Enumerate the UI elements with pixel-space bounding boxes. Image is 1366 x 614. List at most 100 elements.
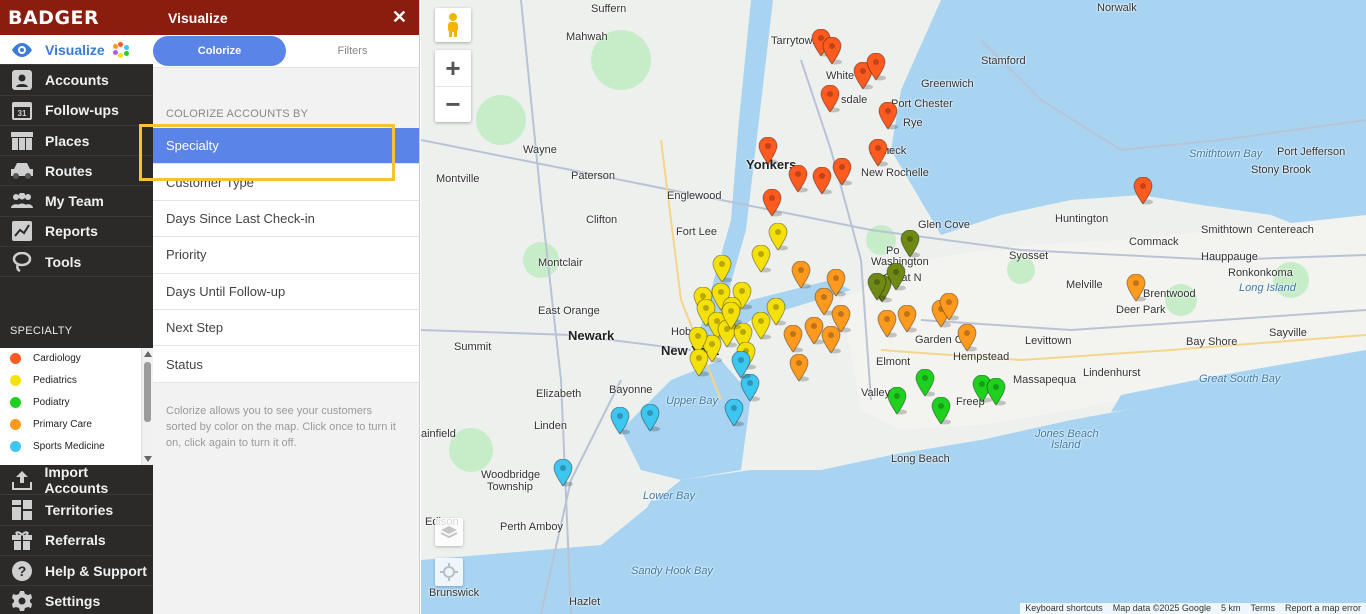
map-place-label: Smithtown: [1201, 224, 1253, 236]
nav-item-visualize[interactable]: Visualize: [0, 35, 153, 66]
tab-filters[interactable]: Filters: [286, 36, 419, 66]
map-pin-icon[interactable]: [897, 304, 917, 338]
map-pin-icon[interactable]: [553, 458, 573, 492]
map-pin-icon[interactable]: [866, 52, 886, 86]
map-pin-icon[interactable]: [957, 323, 977, 357]
nav-item-import[interactable]: Import Accounts: [0, 464, 153, 496]
map-pin-icon[interactable]: [986, 377, 1006, 411]
scroll-thumb[interactable]: [144, 362, 151, 422]
map[interactable]: Suffern Mahwah Tarrytown White sdale Greenwic…: [421, 0, 1366, 614]
nav-item-routes[interactable]: Routes: [0, 156, 153, 187]
map-pin-icon[interactable]: [788, 164, 808, 198]
nav-item-help[interactable]: ? Help & Support: [0, 556, 153, 587]
colorize-dots-icon: [112, 41, 129, 58]
map-pin-icon[interactable]: [1126, 273, 1146, 307]
report-error-link[interactable]: Report a map error: [1280, 603, 1366, 614]
scroll-down-arrow-icon[interactable]: [144, 456, 152, 462]
map-pin-icon[interactable]: [610, 406, 630, 440]
map-pin-icon[interactable]: [751, 244, 771, 278]
map-pin-icon[interactable]: [820, 84, 840, 118]
map-pin-icon[interactable]: [762, 188, 782, 222]
map-pin-icon[interactable]: [689, 348, 709, 382]
map-place-label: Huntington: [1055, 213, 1109, 225]
map-pin-icon[interactable]: [640, 403, 660, 437]
map-pin-icon[interactable]: [832, 157, 852, 191]
street-view-pegman-icon[interactable]: [435, 8, 471, 42]
nav-item-followups[interactable]: 31 Follow-ups: [0, 96, 153, 126]
nav-item-label: Tools: [45, 253, 82, 270]
map-pin-icon[interactable]: [939, 292, 959, 326]
map-pin-icon[interactable]: [731, 350, 751, 384]
scroll-up-arrow-icon[interactable]: [144, 351, 152, 357]
map-place-label: Perth Amboy: [500, 521, 563, 533]
nav-item-myteam[interactable]: My Team: [0, 186, 153, 217]
map-place-label: Long Beach: [891, 453, 950, 465]
map-pin-icon[interactable]: [791, 260, 811, 294]
map-place-label: Woodbridge: [481, 469, 541, 481]
map-pin-icon[interactable]: [758, 136, 778, 170]
nav-item-tools[interactable]: Tools: [0, 247, 153, 278]
map-place-label: Norwalk: [1097, 2, 1137, 14]
map-place-label: Mahwah: [566, 31, 608, 43]
legend-swatch: [10, 375, 21, 387]
colorize-option-customer-type[interactable]: Customer Type: [153, 164, 419, 201]
map-place-label: Port Chester: [891, 98, 953, 110]
map-pin-icon[interactable]: [931, 396, 951, 430]
map-attribution: Keyboard shortcuts Map data ©2025 Google…: [1020, 603, 1366, 614]
map-pin-icon[interactable]: [821, 325, 841, 359]
specialty-legend: Cardiology Pediatrics Podiatry Primary Care…: [0, 348, 153, 465]
nav-item-referrals[interactable]: Referrals: [0, 526, 153, 556]
map-pin-icon[interactable]: [768, 222, 788, 256]
map-pin-icon[interactable]: [1133, 176, 1153, 210]
map-pin-icon[interactable]: [867, 272, 887, 306]
logo[interactable]: BADGER: [0, 0, 153, 35]
legend-item[interactable]: Sports Medicine: [0, 435, 153, 457]
legend-item[interactable]: Pediatrics: [0, 370, 153, 392]
terms-link[interactable]: Terms: [1245, 603, 1280, 614]
layers-icon[interactable]: [435, 518, 463, 546]
colorize-option-days-until-follow-up[interactable]: Days Until Follow-up: [153, 273, 419, 310]
colorize-option-priority[interactable]: Priority: [153, 237, 419, 274]
my-location-icon[interactable]: [435, 558, 463, 586]
colorize-option-next-step[interactable]: Next Step: [153, 309, 419, 347]
map-place-label: Great South Bay: [1199, 373, 1281, 385]
person-icon: [10, 69, 34, 90]
map-pin-icon[interactable]: [789, 353, 809, 387]
map-pin-icon[interactable]: [900, 229, 920, 263]
nav-item-accounts[interactable]: Accounts: [0, 65, 153, 96]
map-place-label: Glen Cove: [918, 219, 970, 231]
map-place-label: Wayne: [523, 144, 557, 156]
colorize-option-specialty[interactable]: Specialty: [153, 128, 419, 165]
nav-item-settings[interactable]: Settings: [0, 586, 153, 614]
map-pin-icon[interactable]: [868, 138, 888, 172]
map-place-label: Linden: [534, 420, 568, 432]
legend-item[interactable]: Podiatry: [0, 392, 153, 414]
building-icon: [10, 131, 34, 151]
zoom-in-button[interactable]: +: [435, 50, 471, 86]
colorize-option-days-since-last-check-in[interactable]: Days Since Last Check-in: [153, 200, 419, 238]
map-pin-icon[interactable]: [887, 386, 907, 420]
map-pin-icon[interactable]: [822, 36, 842, 70]
colorize-option-status[interactable]: Status: [153, 346, 419, 383]
legend-scrollbar[interactable]: [141, 348, 153, 465]
map-pin-icon[interactable]: [721, 301, 741, 335]
specialty-legend-title: SPECIALTY: [10, 325, 73, 337]
map-place-label: Bay Shore: [1186, 336, 1238, 348]
map-pin-icon[interactable]: [812, 166, 832, 200]
nav-item-territories[interactable]: Territories: [0, 495, 153, 526]
scale-text[interactable]: 5 km: [1216, 603, 1246, 614]
map-pin-icon[interactable]: [877, 309, 897, 343]
panel-header: Visualize ✕: [153, 0, 419, 35]
map-place-label: ainfield: [421, 428, 456, 440]
map-pin-icon[interactable]: [878, 101, 898, 135]
legend-item[interactable]: Primary Care: [0, 413, 153, 435]
legend-item[interactable]: Cardiology: [0, 348, 153, 370]
keyboard-shortcuts-link[interactable]: Keyboard shortcuts: [1020, 603, 1108, 614]
nav-item-places[interactable]: Places: [0, 126, 153, 157]
tab-colorize[interactable]: Colorize: [153, 36, 286, 66]
nav-item-reports[interactable]: Reports: [0, 217, 153, 248]
zoom-out-button[interactable]: −: [435, 86, 471, 122]
legend-label: Pediatrics: [33, 375, 77, 387]
close-icon[interactable]: ✕: [392, 7, 407, 28]
map-place-label: Bayonne: [609, 384, 653, 396]
